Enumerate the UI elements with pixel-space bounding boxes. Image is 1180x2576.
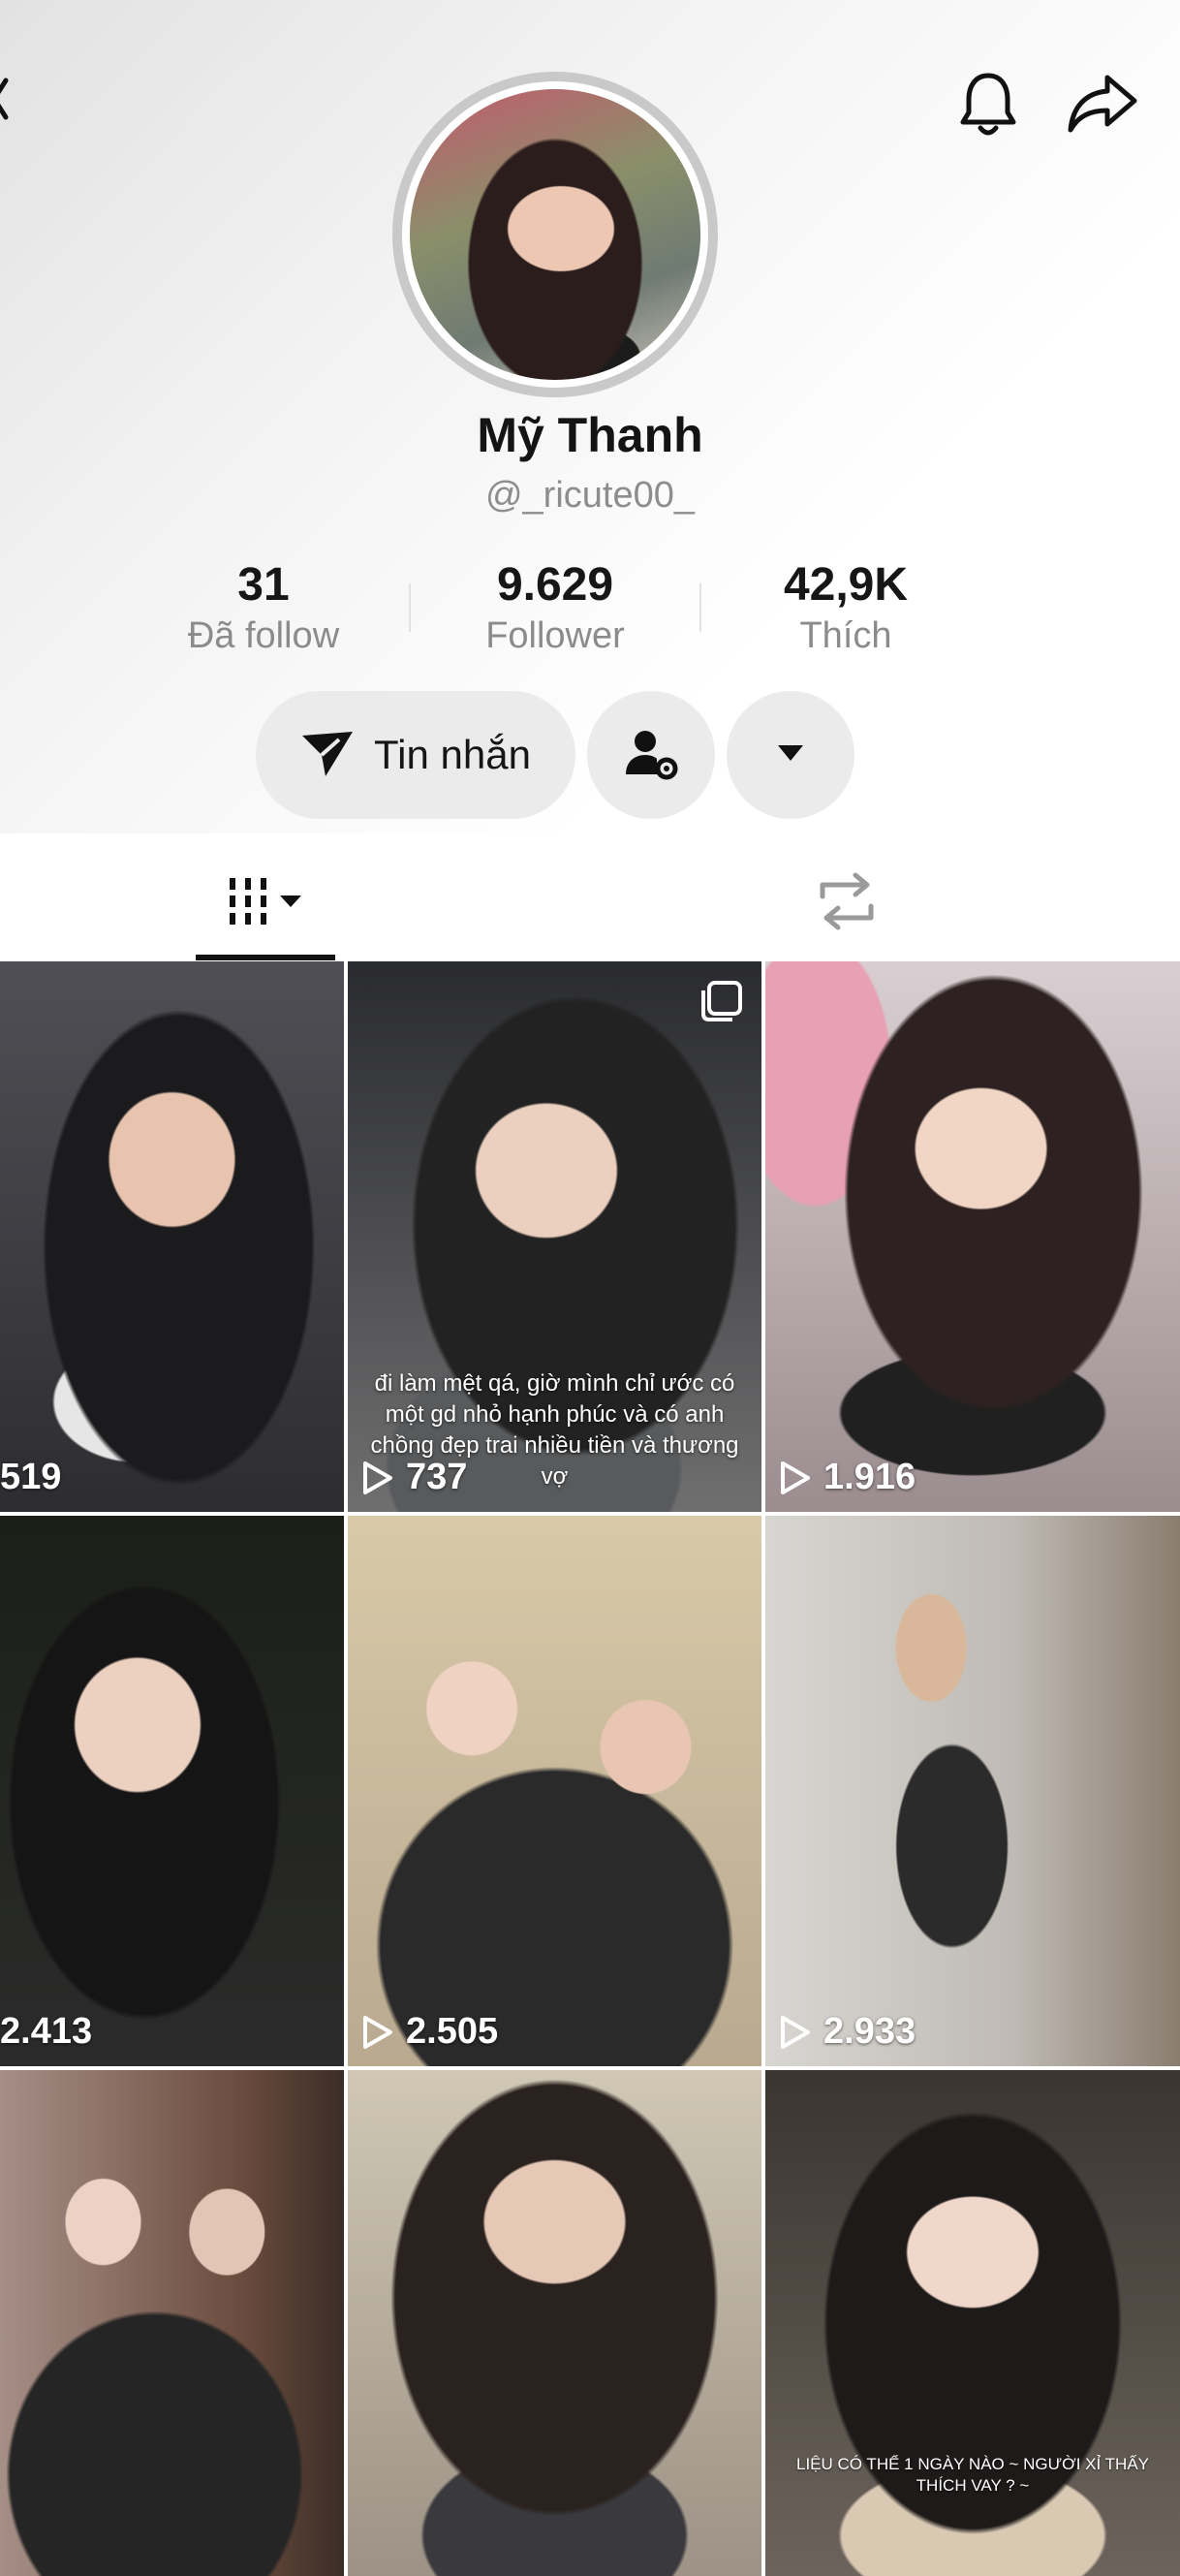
view-count-text: 2.933 [823, 2011, 916, 2052]
tab-videos[interactable] [194, 845, 337, 961]
video-tile[interactable] [348, 2070, 761, 2576]
profile-tabs [0, 845, 1180, 961]
stat-followers-label: Follower [485, 615, 625, 656]
view-count: 2.933 [779, 2011, 916, 2053]
stat-likes[interactable]: 42,9K Thích [700, 558, 991, 657]
video-tile[interactable]: 2.505 [348, 1516, 761, 2066]
view-count-text: 2.413 [0, 2011, 93, 2052]
stat-likes-label: Thích [799, 615, 892, 656]
video-tile[interactable]: đi làm mệt qá, giờ mình chỉ ước có một g… [348, 961, 761, 1512]
message-button-label: Tin nhắn [374, 732, 531, 777]
video-tile[interactable]: 519 [0, 961, 344, 1512]
video-caption: LIỆU CÓ THỂ 1 NGÀY NÀO ~ NGƯỜI XỈ THẤY T… [796, 2455, 1149, 2495]
view-count: 519 [0, 1457, 61, 1498]
profile-name: Mỹ Thanh [477, 408, 703, 462]
video-tile[interactable] [0, 2070, 344, 2576]
stat-followers-value: 9.629 [496, 559, 614, 611]
share-icon[interactable] [1062, 60, 1145, 147]
grid-icon [222, 872, 309, 935]
stat-followers[interactable]: 9.629 Follower [410, 558, 700, 657]
stat-following[interactable]: 31 Đã follow [118, 558, 409, 657]
video-tile[interactable]: 2.413 [0, 1516, 344, 2066]
view-count-text: 1.916 [823, 1457, 916, 1497]
send-icon [300, 728, 355, 783]
tab-reposts[interactable] [775, 845, 918, 961]
view-count-text: 519 [0, 1457, 62, 1497]
view-count: 2.505 [361, 2011, 498, 2053]
play-icon [363, 1461, 392, 1494]
video-tile[interactable]: 2.933 [765, 1516, 1180, 2066]
caret-down-icon [776, 743, 805, 768]
view-count: 737 [361, 1457, 467, 1498]
stat-following-value: 31 [237, 559, 290, 611]
profile-stats: 31 Đã follow 9.629 Follower 42,9K Thích [0, 558, 1180, 665]
play-icon [363, 2015, 392, 2049]
stats-divider [409, 583, 411, 632]
view-count-text: 737 [406, 1457, 468, 1497]
stats-divider [699, 583, 701, 632]
view-count: 1.916 [779, 1457, 916, 1498]
more-options-button[interactable] [727, 691, 854, 819]
play-icon [781, 1461, 810, 1494]
profile-avatar[interactable] [392, 72, 718, 397]
active-tab-indicator [196, 955, 335, 960]
profile-actions: Tin nhắn [0, 691, 1180, 819]
stat-likes-value: 42,9K [783, 559, 909, 611]
profile-handle: @_ricute00_ [484, 475, 696, 516]
back-arrow-icon[interactable] [0, 70, 14, 128]
friend-settings-button[interactable] [587, 691, 715, 819]
play-icon [781, 2015, 810, 2049]
message-button[interactable]: Tin nhắn [256, 691, 575, 819]
stat-following-label: Đã follow [187, 615, 340, 656]
view-count: 2.413 [0, 2011, 92, 2053]
notification-bell-icon[interactable] [949, 60, 1027, 147]
view-count-text: 2.505 [406, 2011, 499, 2052]
photo-carousel-icon [699, 979, 744, 1028]
avatar-photo [410, 89, 700, 380]
repost-icon [815, 869, 879, 938]
video-tile[interactable]: 1.916 [765, 961, 1180, 1512]
person-settings-icon [622, 724, 680, 787]
video-tile[interactable]: LIỆU CÓ THỂ 1 NGÀY NÀO ~ NGƯỜI XỈ THẤY T… [765, 2070, 1180, 2576]
